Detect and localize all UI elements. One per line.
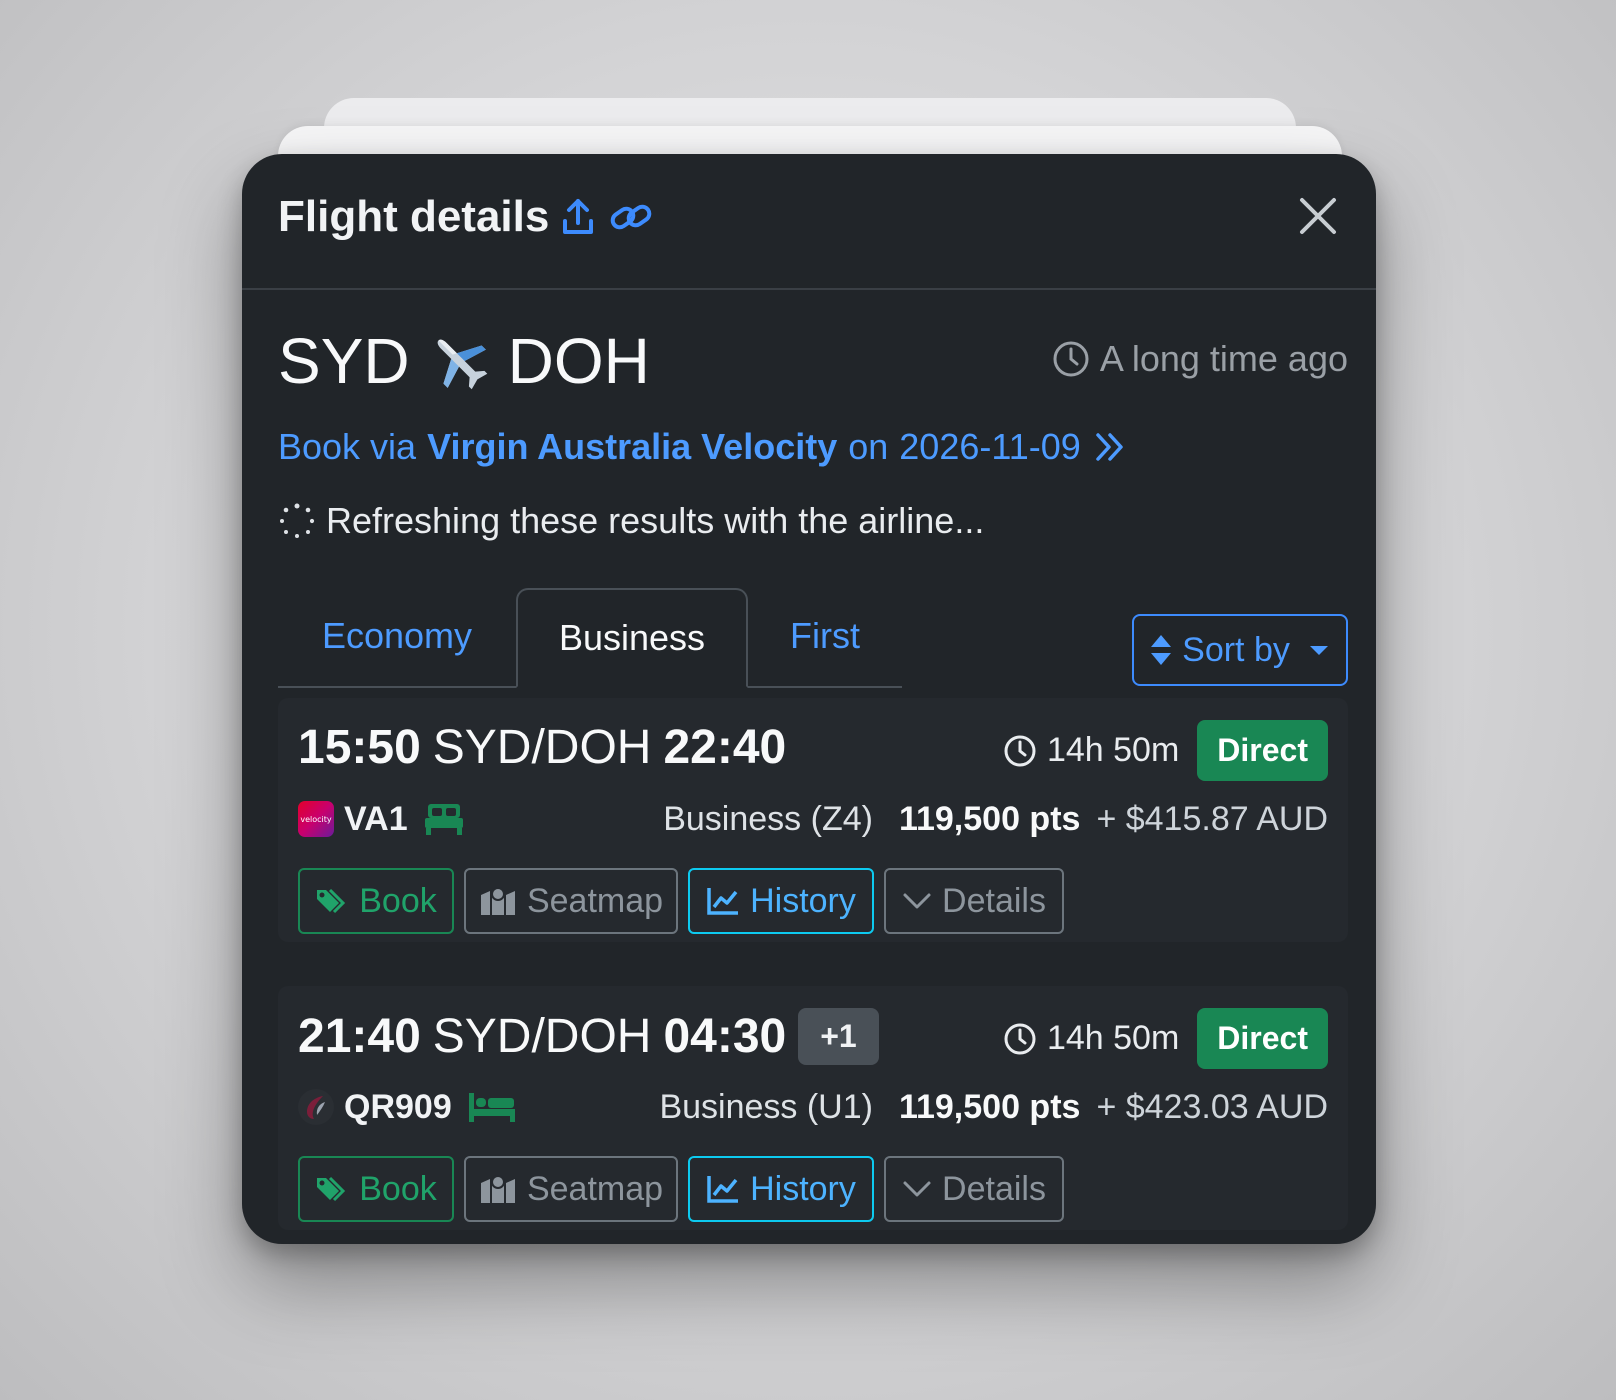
spinner-icon (280, 503, 315, 538)
book-button[interactable]: Book (298, 868, 454, 934)
link-icon[interactable] (609, 199, 653, 235)
flight-number: QR909 (344, 1087, 452, 1126)
refresh-status: Refreshing these results with the airlin… (278, 500, 984, 542)
fare-info: Business (U1) 119,500 pts + $423.03 AUD (659, 1088, 1328, 1127)
details-label: Details (942, 1169, 1046, 1208)
cabin-tabs: Economy Business First (278, 588, 902, 688)
seatmap-button[interactable]: Seatmap (464, 868, 678, 934)
last-updated: A long time ago (1052, 338, 1348, 380)
depart-time: 21:40 (298, 1010, 421, 1063)
flight-card: 15:50 SYD/DOH 22:40 14h 50m Direct veloc… (278, 698, 1348, 942)
tab-business[interactable]: Business (516, 588, 748, 688)
cash-price: + $423.03 AUD (1096, 1087, 1328, 1126)
clock-icon (1053, 341, 1089, 377)
points-price: 119,500 pts (898, 799, 1081, 838)
details-label: Details (942, 881, 1046, 920)
flight-duration: 14h 50m Direct (1003, 1008, 1328, 1069)
arrive-time: 22:40 (663, 721, 787, 774)
chart-line-icon (707, 1176, 739, 1203)
details-button[interactable]: Details (884, 868, 1064, 934)
background: Flight details SYD DOH A long time ago B… (0, 0, 1616, 1400)
bed-icon (468, 1093, 515, 1122)
sort-by-dropdown[interactable]: Sort by (1132, 614, 1348, 686)
depart-time: 15:50 (298, 721, 421, 774)
flight-actions: Book Seatmap History Details (298, 1156, 1064, 1222)
flight-info-row: QR909 Business (U1) 119,500 pts + $423.0… (298, 1082, 1328, 1132)
details-button[interactable]: Details (884, 1156, 1064, 1222)
route-row: SYD DOH A long time ago (278, 324, 1348, 404)
direct-badge: Direct (1197, 1008, 1328, 1069)
duration-text: 14h 50m (1046, 731, 1180, 769)
history-button[interactable]: History (688, 1156, 874, 1222)
day-offset-badge: +1 (798, 1008, 879, 1065)
velocity-logo: velocity (298, 801, 334, 837)
close-button[interactable] (1294, 192, 1342, 240)
flight-info-row: velocity VA1 Business (Z4) 119,500 pts +… (298, 794, 1328, 844)
arrive-time: 04:30 (663, 1010, 787, 1063)
flight-details-modal: Flight details SYD DOH A long time ago B… (242, 154, 1376, 1244)
flight-card: 21:40 SYD/DOH 04:30 +1 14h 50m Direct QR… (278, 986, 1348, 1230)
qatar-logo (298, 1089, 334, 1125)
cash-price: + $415.87 AUD (1096, 799, 1328, 838)
flight-number: VA1 (344, 799, 408, 838)
chevron-down-icon (903, 893, 931, 909)
fare-info: Business (Z4) 119,500 pts + $415.87 AUD (663, 800, 1328, 839)
seatmap-label: Seatmap (526, 1169, 664, 1208)
share-icon[interactable] (561, 197, 595, 237)
cabin-class: Business (Z4) (663, 799, 873, 838)
tags-icon (317, 888, 346, 914)
modal-title: Flight details (278, 192, 653, 242)
book-button[interactable]: Book (298, 1156, 454, 1222)
book-via-program: Virgin Australia Velocity (427, 426, 838, 467)
points-price: 119,500 pts (898, 1087, 1081, 1126)
modal-header: Flight details (242, 154, 1376, 290)
book-label: Book (359, 1169, 437, 1208)
history-label: History (750, 881, 856, 920)
origin-code: SYD (278, 325, 410, 397)
tags-icon (317, 1176, 346, 1202)
caret-down-icon (1309, 646, 1328, 655)
clock-icon (1004, 1023, 1036, 1054)
sort-icon (1151, 635, 1172, 665)
chevron-down-icon (903, 1181, 931, 1197)
book-label: Book (359, 881, 437, 920)
seatmap-label: Seatmap (526, 881, 664, 920)
cabin-class: Business (U1) (659, 1087, 873, 1126)
direct-badge: Direct (1197, 720, 1328, 781)
chart-line-icon (707, 888, 739, 915)
map-icon (480, 1175, 515, 1203)
flight-duration: 14h 50m Direct (1003, 720, 1328, 781)
history-label: History (750, 1169, 856, 1208)
tab-economy[interactable]: Economy (278, 588, 516, 684)
tab-first[interactable]: First (748, 588, 902, 684)
flight-route: SYD/DOH (432, 721, 652, 774)
seatmap-button[interactable]: Seatmap (464, 1156, 678, 1222)
clock-icon (1004, 735, 1036, 766)
flight-actions: Book Seatmap History Details (298, 868, 1064, 934)
destination-code: DOH (507, 325, 650, 397)
close-icon (1300, 198, 1336, 234)
flight-route: SYD/DOH (432, 1010, 652, 1063)
airplane-icon (426, 328, 492, 394)
book-via-link[interactable]: Book via Virgin Australia Velocity on 20… (278, 426, 1127, 468)
last-updated-text: A long time ago (1099, 338, 1348, 379)
book-via-prefix: Book via (278, 426, 417, 467)
book-via-date: 2026-11-09 (899, 426, 1081, 467)
double-chevron-right-icon (1093, 430, 1127, 464)
flat-bed-icon (424, 804, 463, 835)
book-via-on: on (848, 426, 889, 467)
history-button[interactable]: History (688, 868, 874, 934)
flight-times: 15:50 SYD/DOH 22:40 (298, 720, 786, 775)
sort-by-label: Sort by (1182, 630, 1290, 669)
velocity-logo-text: velocity (300, 814, 332, 824)
refresh-text: Refreshing these results with the airlin… (326, 500, 985, 541)
duration-text: 14h 50m (1046, 1019, 1180, 1057)
map-icon (480, 887, 515, 915)
modal-title-text: Flight details (278, 192, 550, 241)
flight-times: 21:40 SYD/DOH 04:30 +1 (298, 1008, 879, 1065)
